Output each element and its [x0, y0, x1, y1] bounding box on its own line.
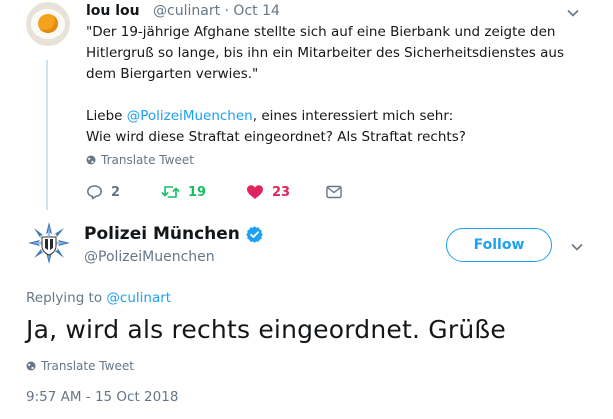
reply-button[interactable]: 2: [86, 182, 120, 202]
replying-prefix: Replying to: [26, 290, 107, 306]
globe-icon: [86, 155, 96, 165]
globe-icon: [26, 361, 36, 371]
tweet-timestamp[interactable]: 9:57 AM - 15 Oct 2018: [26, 389, 178, 405]
tweet-line: Hitlergruß so lange, bis ihn ein Mitarbe…: [86, 45, 564, 61]
tweet-line: "Der 19-jährige Afghane stellte sich auf…: [86, 24, 556, 40]
user-handle[interactable]: @PolizeiMuenchen: [84, 249, 215, 265]
direct-message-button[interactable]: [326, 182, 342, 202]
display-name[interactable]: lou lou: [86, 3, 140, 19]
replying-mention-link[interactable]: @culinart: [106, 290, 171, 306]
retweet-icon: [161, 186, 180, 198]
display-name[interactable]: Polizei München: [84, 224, 263, 244]
tweet-text: "Der 19-jährige Afghane stellte sich auf…: [86, 22, 606, 148]
retweet-count: 19: [188, 184, 207, 200]
verified-badge-icon: [246, 225, 263, 243]
reply-icon: [87, 185, 102, 200]
message-icon: [326, 185, 342, 199]
display-name-text[interactable]: Polizei München: [84, 224, 240, 244]
tweet-line: dem Biergarten verwies.": [86, 66, 259, 82]
handle-text[interactable]: @culinart: [153, 3, 220, 19]
translate-tweet-link[interactable]: Translate Tweet: [26, 359, 134, 373]
separator-dot: ·: [224, 3, 229, 19]
translate-label[interactable]: Translate Tweet: [41, 359, 134, 373]
retweet-button[interactable]: 19: [161, 182, 206, 202]
main-tweet-text: Ja, wird als rechts eingeordnet. Grüße: [26, 315, 506, 344]
egg-yolk: [38, 14, 58, 33]
tweet-line-part: Liebe: [86, 108, 127, 124]
tweet-line: Liebe @PolizeiMuenchen, eines interessie…: [86, 106, 606, 127]
like-button[interactable]: 23: [246, 182, 290, 202]
translate-label[interactable]: Translate Tweet: [101, 153, 194, 167]
thread-connector-line: [46, 60, 48, 210]
tweet-line: Wie wird diese Straftat eingeordnet? Als…: [86, 129, 466, 145]
follow-button[interactable]: Follow: [446, 228, 552, 262]
caret-down-icon[interactable]: [570, 240, 584, 254]
replying-to: Replying to @culinart: [26, 290, 171, 306]
like-count: 23: [272, 184, 291, 200]
translate-tweet-link[interactable]: Translate Tweet: [86, 153, 194, 167]
police-badge-avatar[interactable]: [26, 220, 72, 266]
tweet-header: lou lou @culinart · Oct 14: [86, 3, 280, 19]
tweet-date[interactable]: Oct 14: [233, 3, 279, 19]
user-handle[interactable]: @culinart · Oct 14: [144, 3, 280, 19]
main-tweet: Polizei München @PolizeiMuenchen Follow …: [0, 212, 613, 419]
tweet-line-part: , eines interessiert mich sehr:: [252, 108, 454, 124]
mention-link[interactable]: @PolizeiMuenchen: [127, 108, 253, 124]
heart-icon: [247, 185, 263, 199]
reply-count: 2: [111, 184, 121, 200]
reply-tweet: lou lou @culinart · Oct 14 "Der 19-jähri…: [0, 0, 613, 212]
caret-down-icon[interactable]: [566, 6, 580, 20]
avatar[interactable]: [26, 2, 70, 46]
